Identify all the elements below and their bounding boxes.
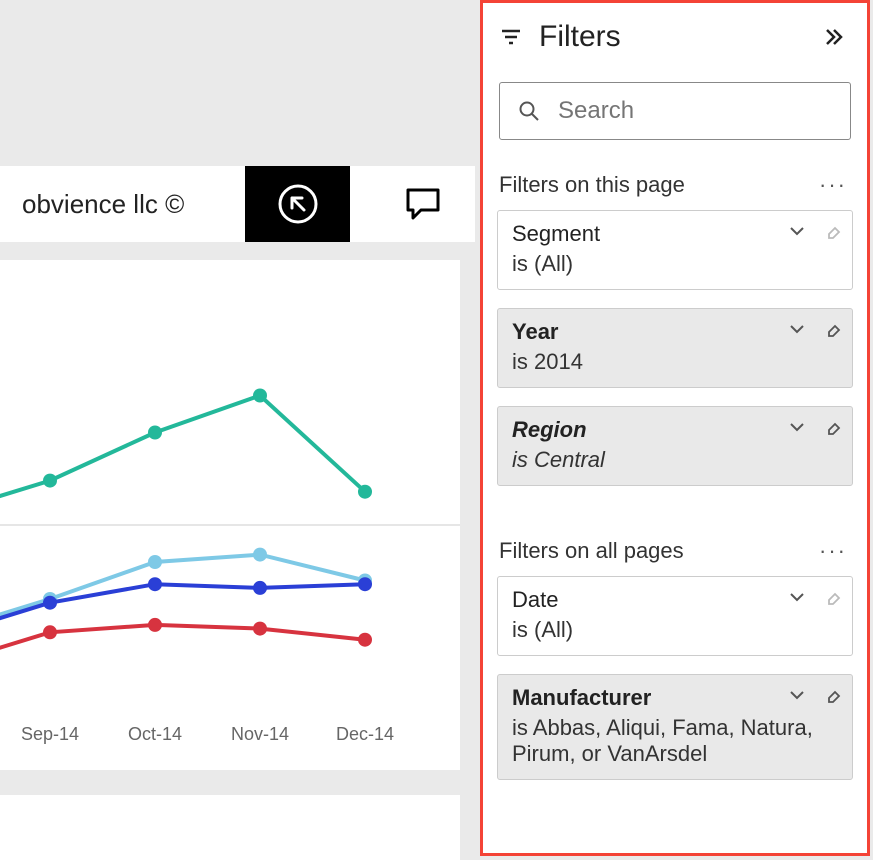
- chevron-down-icon: [788, 222, 806, 240]
- comment-tile[interactable]: [370, 166, 475, 242]
- comment-icon: [403, 184, 443, 224]
- filter-card-segment[interactable]: Segment is (All): [497, 210, 853, 290]
- filter-name: Segment: [512, 221, 600, 247]
- filter-icon: [499, 25, 523, 49]
- expand-button[interactable]: [788, 588, 806, 606]
- top-gray-area: [0, 0, 475, 166]
- filter-card-manufacturer[interactable]: Manufacturer is Abbas, Aliqui, Fama, Nat…: [497, 674, 853, 780]
- line-chart: Sep-14 Oct-14 Nov-14 Dec-14: [0, 260, 460, 780]
- filter-name: Date: [512, 587, 558, 613]
- chevron-down-icon: [788, 686, 806, 704]
- filters-title: Filters: [539, 20, 621, 54]
- eraser-icon: [822, 221, 842, 241]
- back-arrow-tile[interactable]: [245, 166, 350, 242]
- chart-gap: [0, 770, 460, 798]
- filter-name: Region: [512, 417, 587, 443]
- eraser-icon: [822, 417, 842, 437]
- filters-pane: Filters Filters on this page ··· Segm: [480, 0, 870, 856]
- clear-filter-button[interactable]: [822, 417, 842, 437]
- svg-text:Oct-14: Oct-14: [128, 724, 182, 744]
- collapse-pane-button[interactable]: [823, 26, 845, 48]
- copyright-text: obvience llc ©: [22, 189, 184, 220]
- eraser-icon: [822, 319, 842, 339]
- clear-filter-button[interactable]: [822, 221, 842, 241]
- search-row: [483, 72, 867, 166]
- section-title-page: Filters on this page: [499, 172, 685, 198]
- section-head-page: Filters on this page ···: [497, 166, 853, 210]
- section-all-more-button[interactable]: ···: [819, 538, 847, 564]
- eraser-icon: [822, 685, 842, 705]
- section-filters-all: Filters on all pages ··· Date is (All) M…: [483, 532, 867, 826]
- chevron-down-icon: [788, 588, 806, 606]
- expand-button[interactable]: [788, 418, 806, 436]
- filter-card-region[interactable]: Region is Central: [497, 406, 853, 486]
- chevron-down-icon: [788, 320, 806, 338]
- section-filters-page: Filters on this page ··· Segment is (All…: [483, 166, 867, 532]
- filter-card-date[interactable]: Date is (All): [497, 576, 853, 656]
- section-head-all: Filters on all pages ···: [497, 532, 853, 576]
- search-input[interactable]: [556, 82, 870, 140]
- filter-value: is (All): [512, 617, 838, 643]
- expand-button[interactable]: [788, 686, 806, 704]
- filter-card-year[interactable]: Year is 2014: [497, 308, 853, 388]
- filter-name: Manufacturer: [512, 685, 651, 711]
- clear-filter-button[interactable]: [822, 319, 842, 339]
- filter-value: is Central: [512, 447, 838, 473]
- chart-below-white: [0, 795, 460, 860]
- eraser-icon: [822, 587, 842, 607]
- clear-filter-button[interactable]: [822, 685, 842, 705]
- search-icon: [518, 100, 540, 122]
- filter-value: is (All): [512, 251, 838, 277]
- search-box[interactable]: [499, 82, 851, 140]
- copyright-row: obvience llc ©: [0, 166, 475, 242]
- section-title-all: Filters on all pages: [499, 538, 684, 564]
- expand-button[interactable]: [788, 320, 806, 338]
- chevron-down-icon: [788, 418, 806, 436]
- svg-text:Nov-14: Nov-14: [231, 724, 289, 744]
- chart-visual[interactable]: Sep-14 Oct-14 Nov-14 Dec-14: [0, 260, 460, 780]
- filter-value: is 2014: [512, 349, 838, 375]
- filter-value: is Abbas, Aliqui, Fama, Natura, Pirum, o…: [512, 715, 838, 767]
- expand-button[interactable]: [788, 222, 806, 240]
- arrow-circle-icon: [275, 181, 321, 227]
- section-page-more-button[interactable]: ···: [819, 172, 847, 198]
- svg-text:Dec-14: Dec-14: [336, 724, 394, 744]
- chevron-double-right-icon: [823, 26, 845, 48]
- clear-filter-button[interactable]: [822, 587, 842, 607]
- filter-name: Year: [512, 319, 559, 345]
- filters-pane-header: Filters: [483, 3, 867, 72]
- svg-text:Sep-14: Sep-14: [21, 724, 79, 744]
